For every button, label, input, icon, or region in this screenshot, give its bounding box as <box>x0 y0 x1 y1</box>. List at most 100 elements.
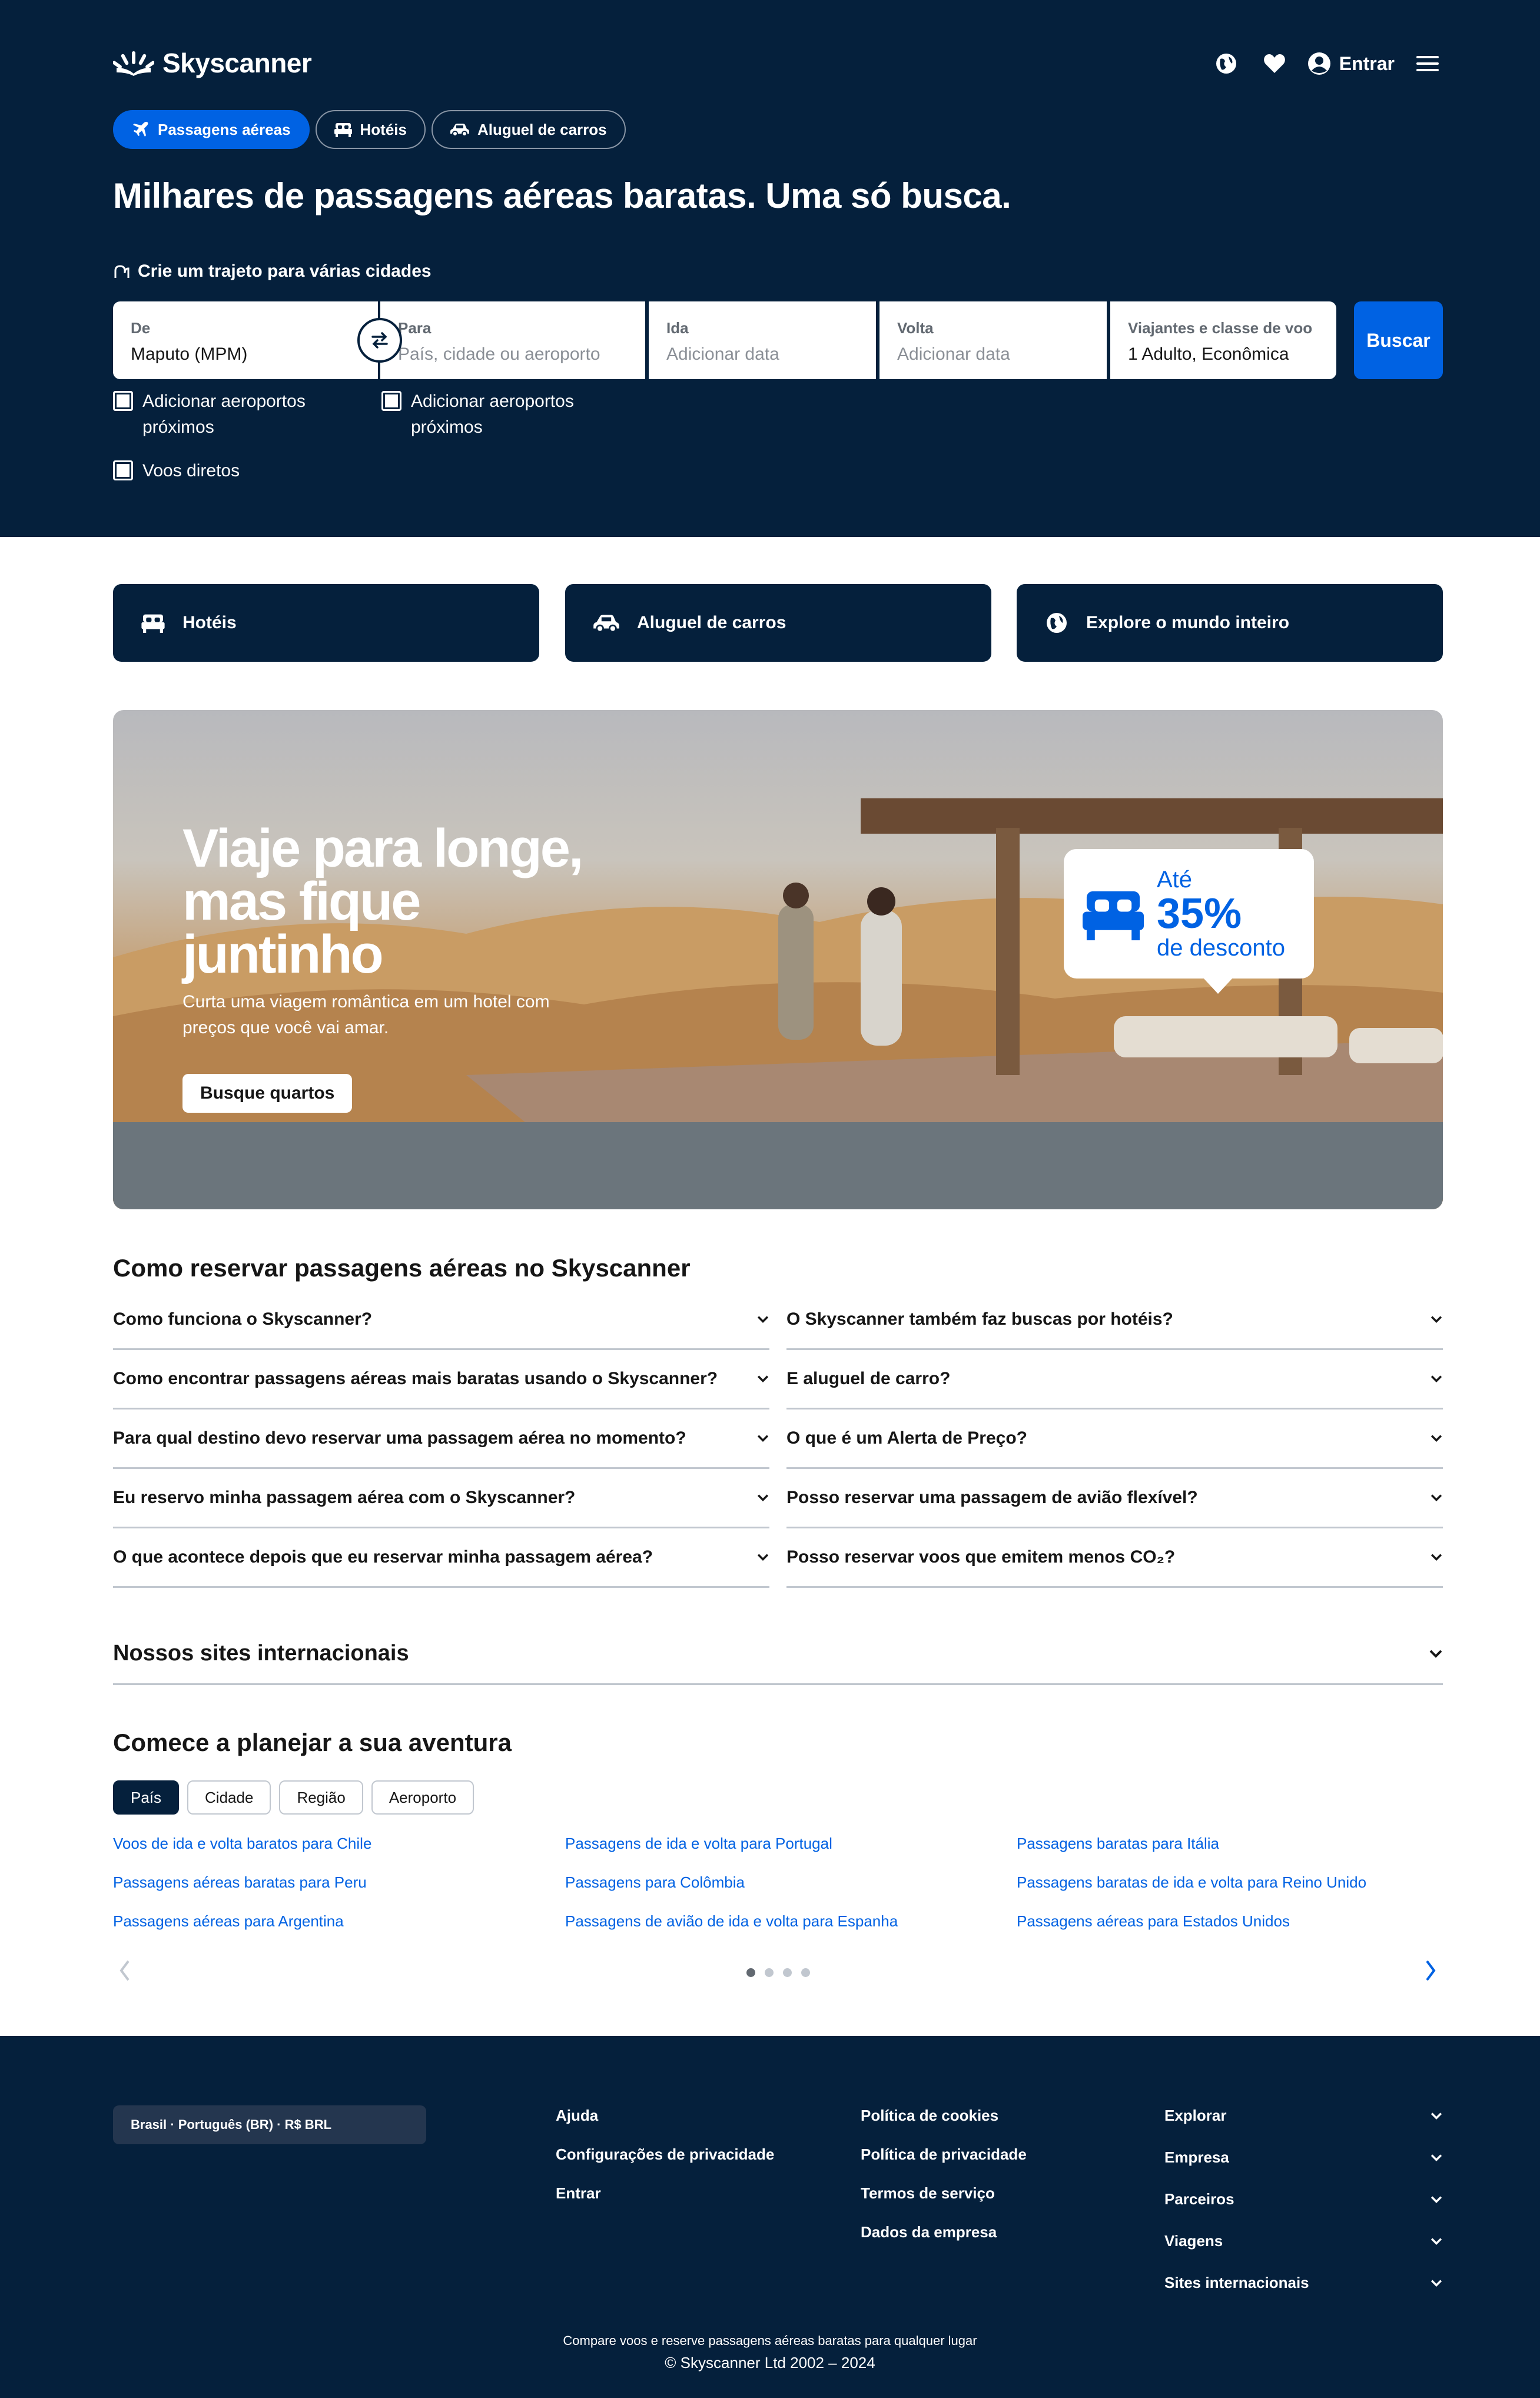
destination-placeholder: País, cidade ou aeroporto <box>398 344 600 364</box>
faq-item[interactable]: E aluguel de carro? <box>786 1350 1443 1409</box>
faq-item[interactable]: Como funciona o Skyscanner? <box>113 1291 769 1350</box>
footer-link[interactable]: Política de privacidade <box>861 2145 1027 2164</box>
explore-everywhere-card[interactable]: Explore o mundo inteiro <box>1017 584 1443 662</box>
banner-title-line: juntinho <box>182 924 384 984</box>
faq-item[interactable]: O que é um Alerta de Preço? <box>786 1409 1443 1469</box>
faq-item[interactable]: O que acontece depois que eu reservar mi… <box>113 1528 769 1588</box>
chevron-down-icon <box>757 1375 769 1382</box>
discount-suffix: de desconto <box>1157 935 1285 961</box>
multicity-link[interactable]: Crie um trajeto para várias cidades <box>113 261 432 281</box>
checkbox-box[interactable] <box>381 391 401 411</box>
carousel-dot[interactable] <box>746 1968 755 1977</box>
checkbox-box[interactable] <box>113 391 133 411</box>
hamburger-menu-icon[interactable] <box>1412 48 1443 79</box>
travellers-field[interactable]: Viajantes e classe de voo 1 Adulto, Econ… <box>1110 301 1336 379</box>
footer-copyright: © Skyscanner Ltd 2002 – 2024 <box>665 2354 875 2372</box>
nearby-origin-label: Adicionar aeroportos próximos <box>142 392 306 437</box>
nearby-destination-checkbox[interactable]: Adicionar aeroportos próximos <box>381 389 605 440</box>
faq-question: Posso reservar uma passagem de avião fle… <box>786 1488 1198 1507</box>
footer-accordion[interactable]: Explorar <box>1164 2107 1443 2125</box>
faq-item[interactable]: O Skyscanner também faz buscas por hotéi… <box>786 1291 1443 1350</box>
hotels-card[interactable]: Hotéis <box>113 584 539 662</box>
car-icon <box>450 124 469 136</box>
chevron-down-icon <box>1429 1650 1442 1658</box>
tab-flights[interactable]: Passagens aéreas <box>113 110 310 149</box>
destination-link[interactable]: Passagens baratas para Itália <box>1017 1835 1219 1853</box>
heart-icon[interactable] <box>1259 48 1290 79</box>
pill-country[interactable]: País <box>113 1780 180 1815</box>
car-hire-card-label: Aluguel de carros <box>637 613 786 632</box>
car-hire-card[interactable]: Aluguel de carros <box>565 584 991 662</box>
bed-icon <box>334 123 352 137</box>
discount-prefix: Até <box>1157 867 1193 893</box>
swap-airports-button[interactable] <box>357 318 402 363</box>
pill-city[interactable]: Cidade <box>187 1780 271 1815</box>
tab-hotels[interactable]: Hotéis <box>315 110 426 149</box>
destination-link[interactable]: Passagens aéreas para Argentina <box>113 1912 344 1931</box>
globe-region-icon[interactable] <box>1211 48 1242 79</box>
footer-accordion[interactable]: Sites internacionais <box>1164 2274 1443 2292</box>
footer-accordion[interactable]: Parceiros <box>1164 2190 1443 2208</box>
locale-selector[interactable]: Brasil · Português (BR) · R$ BRL <box>113 2105 426 2144</box>
pill-airport[interactable]: Aeroporto <box>371 1780 474 1815</box>
chevron-down-icon <box>1431 2195 1442 2203</box>
tab-car-hire[interactable]: Aluguel de carros <box>431 110 626 149</box>
destination-link[interactable]: Voos de ida e volta baratos para Chile <box>113 1835 371 1853</box>
footer-accordion[interactable]: Viagens <box>1164 2232 1443 2250</box>
international-sites-accordion[interactable]: Nossos sites internacionais <box>113 1624 1443 1685</box>
footer-link[interactable]: Ajuda <box>556 2107 598 2125</box>
skyscanner-logo[interactable]: Skyscanner <box>113 47 312 79</box>
carousel-dot[interactable] <box>765 1968 774 1977</box>
banner-title-line: Viaje para longe, <box>182 818 583 878</box>
tab-car-hire-label: Aluguel de carros <box>477 120 607 138</box>
multicity-label: Crie um trajeto para várias cidades <box>138 261 432 281</box>
footer-accordion[interactable]: Empresa <box>1164 2148 1443 2167</box>
footer: Brasil · Português (BR) · R$ BRL Ajuda Co… <box>0 2036 1540 2398</box>
destination-field[interactable]: Para País, cidade ou aeroporto <box>380 301 645 379</box>
footer-link[interactable]: Termos de serviço <box>861 2184 995 2203</box>
origin-field[interactable]: De Maputo (MPM) <box>113 301 402 379</box>
chevron-down-icon <box>1431 1554 1442 1561</box>
footer-link[interactable]: Dados da empresa <box>861 2223 997 2241</box>
faq-item[interactable]: Posso reservar uma passagem de avião fle… <box>786 1469 1443 1528</box>
depart-date-field[interactable]: Ida Adicionar data <box>649 301 876 379</box>
footer-link[interactable]: Política de cookies <box>861 2107 998 2125</box>
carousel-next-button[interactable] <box>1423 1959 1438 1985</box>
chevron-down-icon <box>757 1494 769 1501</box>
checkbox-box[interactable] <box>113 460 133 480</box>
tab-hotels-label: Hotéis <box>360 120 407 138</box>
faq-question: O que acontece depois que eu reservar mi… <box>113 1547 653 1567</box>
faq-item[interactable]: Como encontrar passagens aéreas mais bar… <box>113 1350 769 1409</box>
depart-label: Ida <box>666 319 689 337</box>
flight-search-form: De Maputo (MPM) Para País, cidade ou aer… <box>113 301 1443 379</box>
destination-link[interactable]: Passagens aéreas baratas para Peru <box>113 1873 367 1892</box>
faq-item[interactable]: Para qual destino devo reservar uma pass… <box>113 1409 769 1469</box>
footer-link[interactable]: Entrar <box>556 2184 601 2203</box>
faq-question: O que é um Alerta de Preço? <box>786 1428 1027 1448</box>
tab-flights-label: Passagens aéreas <box>158 120 291 138</box>
faq-item[interactable]: Eu reservo minha passagem aérea com o Sk… <box>113 1469 769 1528</box>
footer-accordion-label: Viagens <box>1164 2232 1223 2250</box>
carousel-dot[interactable] <box>801 1968 810 1977</box>
chevron-down-icon <box>1431 2279 1442 2287</box>
signin-button[interactable]: Entrar <box>1307 52 1395 75</box>
chevron-down-icon <box>1431 2154 1442 2161</box>
travellers-label: Viajantes e classe de voo <box>1128 319 1313 337</box>
search-button[interactable]: Buscar <box>1354 301 1443 379</box>
carousel-dot[interactable] <box>783 1968 792 1977</box>
nearby-origin-checkbox[interactable]: Adicionar aeroportos próximos <box>113 389 337 440</box>
destination-link[interactable]: Passagens baratas de ida e volta para Re… <box>1017 1873 1366 1892</box>
return-date-field[interactable]: Volta Adicionar data <box>879 301 1107 379</box>
destination-link[interactable]: Passagens de ida e volta para Portugal <box>565 1835 832 1853</box>
direct-flights-checkbox[interactable]: Voos diretos <box>113 458 240 484</box>
footer-link[interactable]: Configurações de privacidade <box>556 2145 774 2164</box>
pill-region[interactable]: Região <box>279 1780 363 1815</box>
search-rooms-button[interactable]: Busque quartos <box>182 1074 353 1113</box>
footer-accordion-label: Explorar <box>1164 2107 1227 2124</box>
faq-item[interactable]: Posso reservar voos que emitem menos CO₂… <box>786 1528 1443 1588</box>
badge-tail <box>1203 977 1233 994</box>
destination-link[interactable]: Passagens de avião de ida e volta para E… <box>565 1912 898 1931</box>
destination-link[interactable]: Passagens para Colômbia <box>565 1873 745 1892</box>
destination-link[interactable]: Passagens aéreas para Estados Unidos <box>1017 1912 1290 1931</box>
carousel-prev-button[interactable] <box>118 1959 132 1985</box>
